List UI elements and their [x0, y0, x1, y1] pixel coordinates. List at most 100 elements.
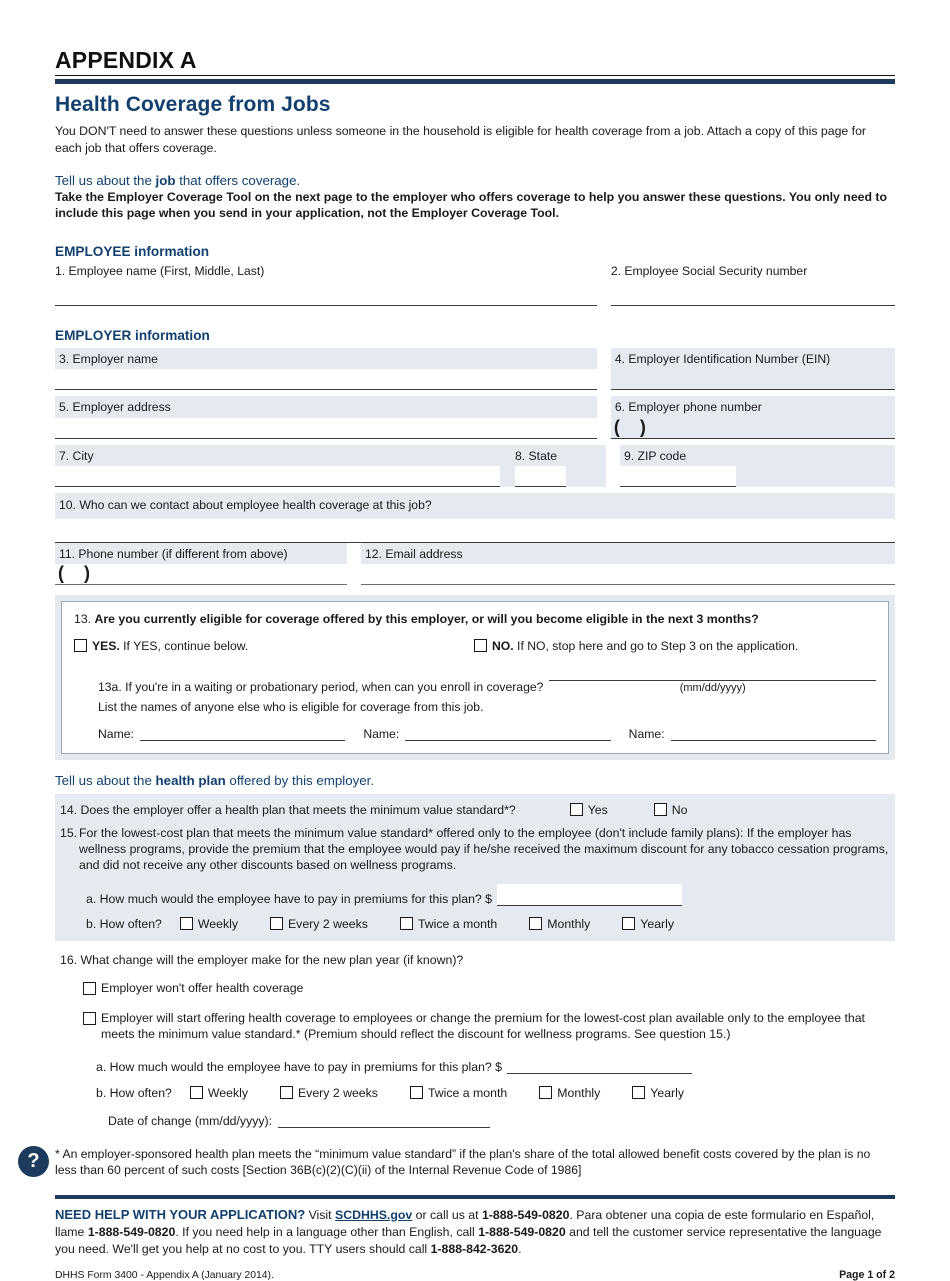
q13a-row: 13a. If you're in a waiting or probation… — [74, 666, 876, 694]
q13-question: 13. Are you currently eligible for cover… — [74, 612, 876, 626]
help-text-1: Visit — [305, 1207, 335, 1222]
q14-no-checkbox[interactable] — [653, 803, 667, 817]
contact-phone-input[interactable]: () — [55, 563, 347, 586]
employer-city-input[interactable] — [55, 465, 500, 487]
q16b-row: b. How often? Weekly Every 2 weeks Twice… — [60, 1085, 890, 1100]
plan-shaded-block: 14. Does the employer offer a health pla… — [55, 794, 895, 942]
contact-person-input-area[interactable] — [55, 519, 895, 543]
q15b-row: b. How often? Weekly Every 2 weeks Twice… — [60, 917, 890, 931]
q14-yes-option[interactable]: Yes — [569, 803, 608, 817]
q16-option-1-label: Employer won't offer health coverage — [101, 981, 304, 996]
footer-row: DHHS Form 3400 - Appendix A (January 201… — [55, 1269, 895, 1281]
q15b-biweekly-option[interactable]: Every 2 weeks — [269, 917, 368, 931]
title-rule — [55, 75, 895, 77]
q13a-date-input[interactable] — [549, 666, 876, 682]
q13-yes-label: YES. — [92, 639, 120, 654]
q13a-label: 13a. If you're in a waiting or probation… — [98, 680, 544, 695]
q13-box: 13. Are you currently eligible for cover… — [61, 601, 889, 755]
q15b-semimonthly-checkbox[interactable] — [399, 917, 413, 931]
minimum-value-footnote: * An employer-sponsored health plan meet… — [55, 1146, 871, 1177]
q13-yes-checkbox[interactable] — [74, 639, 87, 653]
employer-zip-label: 9. ZIP code — [624, 448, 687, 463]
help-phone-tty: 1-888-842-3620 — [430, 1241, 519, 1256]
q13-name-2-input[interactable] — [405, 727, 611, 742]
contact-email-input[interactable] — [361, 564, 895, 586]
q16b-yearly-checkbox[interactable] — [632, 1085, 646, 1099]
q13-no-option[interactable]: NO. If NO, stop here and go to Step 3 on… — [474, 639, 798, 653]
q16b-monthly-checkbox[interactable] — [539, 1085, 553, 1099]
q15-block: 15. For the lowest-cost plan that meets … — [55, 826, 895, 941]
employer-section-heading: EMPLOYER information — [55, 328, 210, 344]
employer-row-phone-email: 11. Phone number (if different from abov… — [55, 543, 895, 586]
q13-name-1: Name: — [98, 727, 346, 742]
phone-paren-close: ) — [639, 416, 646, 437]
help-phone-1: 1-888-549-0820 — [481, 1207, 570, 1222]
q13-yes-option[interactable]: YES. If YES, continue below. — [74, 639, 474, 653]
q15b-biweekly-checkbox[interactable] — [269, 917, 283, 931]
contact-paren-close: ) — [84, 563, 90, 584]
q16-date-label: Date of change (mm/dd/yyyy): — [108, 1113, 273, 1128]
help-text-2: or call us at — [412, 1207, 482, 1222]
help-text-6: . — [518, 1241, 522, 1256]
q13-question-text: Are you currently eligible for coverage … — [94, 612, 759, 627]
help-paragraph: NEED HELP WITH YOUR APPLICATION? Visit S… — [55, 1206, 895, 1258]
q16b-biweekly-checkbox[interactable] — [279, 1085, 293, 1099]
employer-zip-input[interactable] — [620, 465, 736, 487]
employee-fields-row: 1. Employee name (First, Middle, Last) 2… — [55, 264, 895, 307]
q16b-monthly-option[interactable]: Monthly — [539, 1085, 600, 1100]
scdhhs-link[interactable]: SCDHHS.gov — [335, 1208, 412, 1222]
field-employer-zip: 9. ZIP code — [620, 444, 895, 487]
q15a-amount-input[interactable] — [497, 884, 683, 907]
q16b-weekly-option[interactable]: Weekly — [189, 1085, 248, 1100]
q13-yes-rest: If YES, continue below. — [119, 639, 249, 654]
q16b-weekly-checkbox[interactable] — [189, 1085, 203, 1099]
q16-option-2-checkbox[interactable] — [83, 1012, 96, 1026]
employer-name-label: 3. Employer name — [59, 352, 158, 367]
field-employer-state: 8. State — [500, 445, 606, 487]
q16a-amount-input[interactable] — [507, 1059, 693, 1074]
q16b-yearly-label: Yearly — [650, 1085, 685, 1100]
q16b-yearly-option[interactable]: Yearly — [632, 1085, 685, 1100]
q15b-monthly-checkbox[interactable] — [529, 917, 543, 931]
q13-name-3-input[interactable] — [670, 727, 876, 742]
q13-name-1-input[interactable] — [139, 727, 346, 742]
employer-row-name-ein: 3. Employer name 4. Employer Identificat… — [55, 348, 895, 391]
employer-phone-input[interactable]: () — [610, 416, 895, 439]
q16-option-2[interactable]: Employer will start offering health cove… — [60, 1011, 890, 1042]
contact-email-label: 12. Email address — [365, 547, 463, 562]
q14-no-option[interactable]: No — [653, 803, 688, 817]
field-employer-phone: 6. Employer phone number () — [610, 396, 895, 439]
contact-paren-open: ( — [58, 563, 84, 584]
document-title: Health Coverage from Jobs — [55, 93, 331, 117]
q16-option-1[interactable]: Employer won't offer health coverage — [60, 981, 890, 996]
job-lede-bold: job — [155, 173, 176, 189]
page-title: APPENDIX A — [55, 47, 197, 73]
q15b-monthly-option[interactable]: Monthly — [529, 917, 590, 931]
q15a-label: a. How much would the employee have to p… — [86, 892, 493, 907]
q15b-semimonthly-option[interactable]: Twice a month — [399, 917, 497, 931]
employer-name-input[interactable] — [55, 369, 597, 391]
q15-text: For the lowest-cost plan that meets the … — [79, 826, 889, 872]
q13-names-row: Name: Name: Name: — [74, 727, 876, 742]
employer-address-label: 5. Employer address — [59, 400, 171, 415]
employer-state-input[interactable] — [515, 465, 566, 487]
q16b-semimonthly-option[interactable]: Twice a month — [409, 1085, 507, 1100]
q16b-biweekly-option[interactable]: Every 2 weeks — [279, 1085, 378, 1100]
q16-date-input[interactable] — [278, 1114, 491, 1128]
page-number: Page 1 of 2 — [839, 1268, 895, 1281]
q16b-semimonthly-checkbox[interactable] — [409, 1085, 423, 1099]
q13-no-checkbox[interactable] — [474, 639, 487, 653]
employer-ein-input[interactable] — [610, 369, 895, 391]
q16-option-1-checkbox[interactable] — [83, 982, 96, 996]
q15b-yearly-option[interactable]: Yearly — [622, 917, 674, 931]
employer-address-input[interactable] — [55, 417, 597, 439]
q15b-monthly-label: Monthly — [547, 917, 591, 932]
employee-ssn-input[interactable] — [610, 305, 895, 307]
q15b-weekly-option[interactable]: Weekly — [179, 917, 238, 931]
q15b-yearly-checkbox[interactable] — [622, 917, 636, 931]
q16b-weekly-label: Weekly — [207, 1085, 248, 1100]
q15b-weekly-checkbox[interactable] — [179, 917, 193, 931]
employee-name-input[interactable] — [55, 305, 597, 307]
q13-outer: 13. Are you currently eligible for cover… — [55, 595, 895, 761]
q14-yes-checkbox[interactable] — [569, 803, 583, 817]
